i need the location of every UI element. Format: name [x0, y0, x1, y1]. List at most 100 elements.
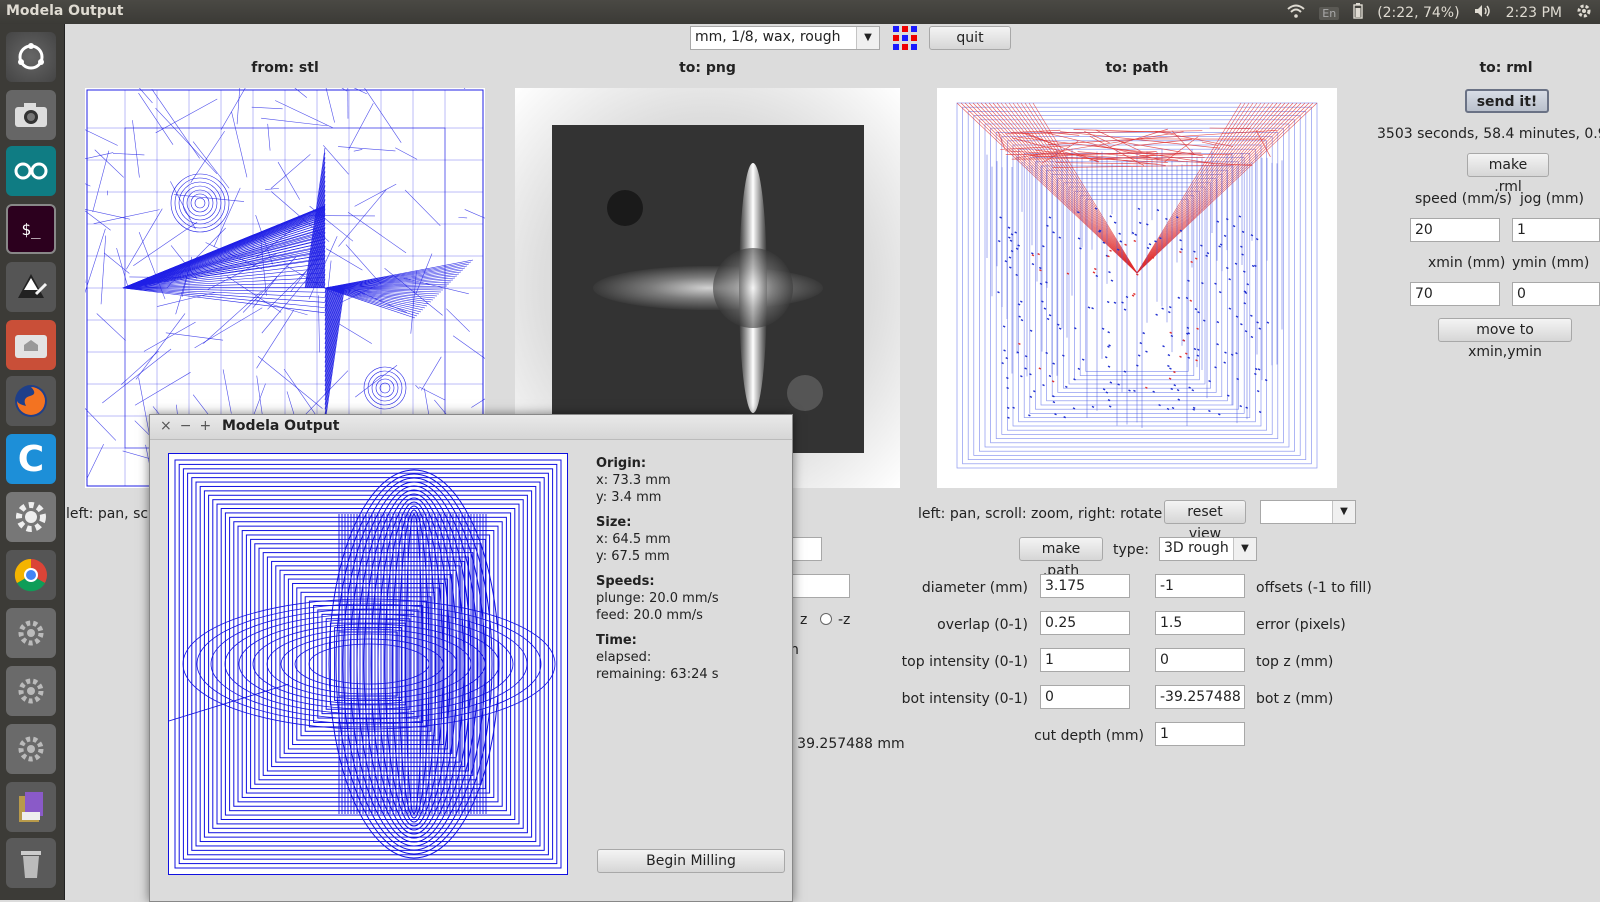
- toolpath-3d-canvas[interactable]: [937, 88, 1337, 488]
- speed-input[interactable]: [1410, 218, 1500, 242]
- close-icon[interactable]: ×: [160, 418, 180, 434]
- size-info: Size: x: 64.5 mm y: 67.5 mm: [596, 514, 671, 565]
- stl-column-title: from: stl: [85, 60, 485, 76]
- battery-status[interactable]: (2:22, 74%): [1377, 5, 1459, 21]
- offsets-input[interactable]: [1155, 574, 1245, 598]
- chrome-icon[interactable]: [6, 550, 56, 600]
- format-select-value: mm, 1/8, wax, rough: [695, 29, 840, 45]
- error-input[interactable]: [1155, 611, 1245, 635]
- keyboard-layout-indicator[interactable]: En: [1319, 7, 1339, 20]
- make-path-button[interactable]: make .path: [1019, 537, 1103, 561]
- dialog-titlebar[interactable]: ×−+ Modela Output: [150, 415, 792, 440]
- top-intensity-input[interactable]: [1040, 648, 1130, 672]
- trash-icon[interactable]: [6, 838, 56, 888]
- jog-label: jog (mm): [1520, 191, 1584, 207]
- xmin-input[interactable]: [1410, 282, 1500, 306]
- send-it-button[interactable]: send it!: [1465, 89, 1549, 113]
- arduino-icon[interactable]: [6, 146, 56, 196]
- neg-z-radio-label: -z: [838, 612, 850, 628]
- format-select[interactable]: mm, 1/8, wax, rough ▼: [690, 26, 880, 50]
- top-z-label: top z (mm): [1256, 654, 1333, 670]
- firefox-icon[interactable]: [6, 376, 56, 426]
- settings-icon[interactable]: [6, 492, 56, 542]
- overlap-label: overlap (0-1): [880, 617, 1028, 633]
- chevron-down-icon[interactable]: ▼: [1233, 538, 1256, 560]
- cut-depth-input[interactable]: [1155, 722, 1245, 746]
- size-y: y: 67.5 mm: [596, 549, 670, 564]
- speeds-info: Speeds: plunge: 20.0 mm/s feed: 20.0 mm/…: [596, 573, 719, 624]
- reset-view-button[interactable]: reset view: [1164, 500, 1246, 524]
- feed-speed: feed: 20.0 mm/s: [596, 608, 703, 623]
- ymin-label: ymin (mm): [1512, 255, 1589, 271]
- view-select[interactable]: ▼: [1260, 500, 1356, 524]
- file-transfer-icon[interactable]: [6, 782, 56, 832]
- speed-label: speed (mm/s): [1415, 191, 1512, 207]
- plunge-speed: plunge: 20.0 mm/s: [596, 591, 719, 606]
- time-estimate: 3503 seconds, 58.4 minutes, 0.97 h: [1377, 126, 1600, 142]
- neg-z-radio[interactable]: [820, 613, 832, 625]
- diameter-input[interactable]: [1040, 574, 1130, 598]
- c-app-icon[interactable]: C: [6, 434, 56, 484]
- size-x: x: 64.5 mm: [596, 532, 671, 547]
- top-intensity-label: top intensity (0-1): [880, 654, 1028, 670]
- png-column-title: to: png: [515, 60, 900, 76]
- home-folder-icon[interactable]: [6, 320, 56, 370]
- path-column-title: to: path: [937, 60, 1337, 76]
- volume-icon[interactable]: [1474, 4, 1492, 22]
- path-type-select[interactable]: 3D rough ▼: [1159, 537, 1257, 561]
- clock[interactable]: 2:23 PM: [1506, 5, 1562, 21]
- system-tray: En (2:22, 74%) 2:23 PM: [1287, 3, 1592, 23]
- bot-intensity-label: bot intensity (0-1): [880, 691, 1028, 707]
- camera-icon[interactable]: [6, 90, 56, 140]
- gear-icon[interactable]: [1576, 3, 1592, 23]
- top-z-input[interactable]: [1155, 648, 1245, 672]
- jog-input[interactable]: [1512, 218, 1600, 242]
- modela-output-dialog: ×−+ Modela Output Origin: x: 73.3 mm y: …: [149, 414, 793, 902]
- remaining-time: remaining: 63:24 s: [596, 667, 719, 682]
- dialog-title: Modela Output: [222, 418, 339, 434]
- chevron-down-icon[interactable]: ▼: [856, 27, 879, 49]
- settings-icon-2[interactable]: [6, 608, 56, 658]
- wifi-icon[interactable]: [1287, 4, 1305, 22]
- xmin-label: xmin (mm): [1428, 255, 1505, 271]
- ymin-input[interactable]: [1512, 282, 1600, 306]
- type-label: type:: [1113, 542, 1149, 558]
- move-to-xmin-ymin-button[interactable]: move to xmin,ymin: [1438, 318, 1572, 342]
- color-grid-icon[interactable]: [893, 26, 917, 50]
- speeds-heading: Speeds:: [596, 574, 655, 589]
- path-view[interactable]: [937, 88, 1337, 488]
- bot-z-label: bot z (mm): [1256, 691, 1333, 707]
- quit-button[interactable]: quit: [929, 26, 1011, 50]
- begin-milling-button[interactable]: Begin Milling: [597, 849, 785, 873]
- diameter-label: diameter (mm): [880, 580, 1028, 596]
- time-heading: Time:: [596, 633, 637, 648]
- make-rml-button[interactable]: make .rml: [1467, 153, 1549, 177]
- path-type-value: 3D rough: [1164, 540, 1229, 556]
- milling-preview: [168, 453, 568, 875]
- launcher: $_ C: [0, 24, 65, 900]
- path-view-hint: left: pan, scroll: zoom, right: rotate: [918, 506, 1162, 522]
- inkscape-icon[interactable]: [6, 262, 56, 312]
- maximize-icon[interactable]: +: [199, 418, 219, 434]
- overlap-input[interactable]: [1040, 611, 1130, 635]
- bot-z-input[interactable]: [1155, 685, 1245, 709]
- elapsed-time: elapsed:: [596, 650, 651, 665]
- cut-depth-label: cut depth (mm): [880, 728, 1144, 744]
- origin-y: y: 3.4 mm: [596, 490, 661, 505]
- settings-icon-4[interactable]: [6, 724, 56, 774]
- chevron-down-icon[interactable]: ▼: [1332, 501, 1355, 523]
- settings-icon-3[interactable]: [6, 666, 56, 716]
- bot-intensity-input[interactable]: [1040, 685, 1130, 709]
- origin-info: Origin: x: 73.3 mm y: 3.4 mm: [596, 455, 671, 506]
- z-radio-label: z: [800, 612, 807, 628]
- terminal-icon[interactable]: $_: [6, 204, 56, 254]
- ubuntu-dash-icon[interactable]: [6, 32, 56, 82]
- battery-icon[interactable]: [1353, 3, 1363, 23]
- error-label: error (pixels): [1256, 617, 1346, 633]
- minimize-icon[interactable]: −: [180, 418, 200, 434]
- window-title: Modela Output: [6, 3, 123, 19]
- time-info: Time: elapsed: remaining: 63:24 s: [596, 632, 719, 683]
- milling-toolpath-canvas: [169, 454, 567, 874]
- origin-x: x: 73.3 mm: [596, 473, 671, 488]
- rml-column-title: to: rml: [1426, 60, 1586, 76]
